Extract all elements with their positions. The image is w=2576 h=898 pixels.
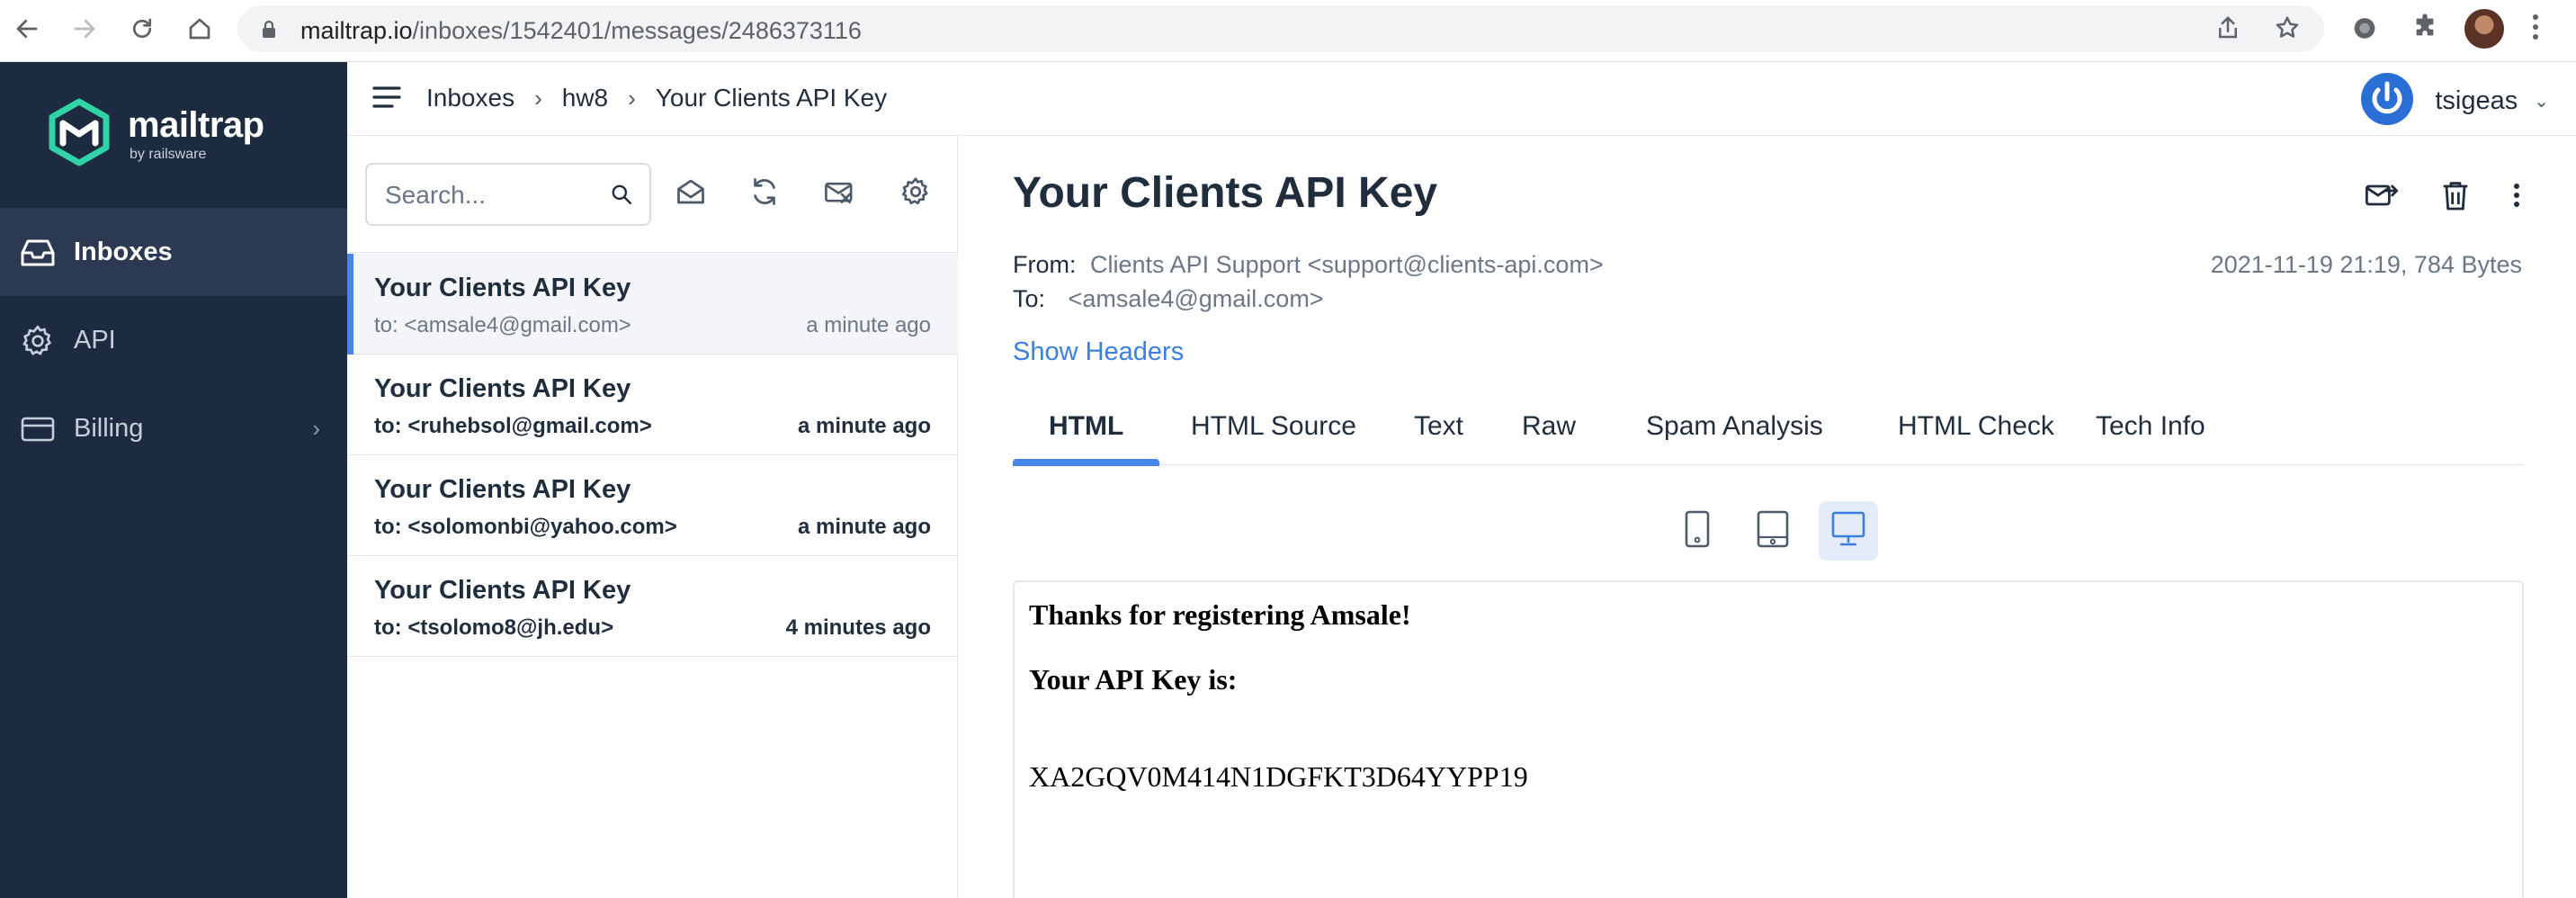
profile-avatar[interactable] bbox=[2464, 9, 2504, 49]
html-preview-frame: Thanks for registering Amsale! Your API … bbox=[1013, 580, 2524, 898]
sidebar-item-label: Billing bbox=[74, 413, 144, 443]
message-subject: Your Clients API Key bbox=[374, 374, 631, 403]
clear-inbox-icon[interactable] bbox=[822, 175, 858, 211]
tablet-view-button[interactable] bbox=[1743, 501, 1802, 561]
message-time: a minute ago bbox=[797, 414, 931, 438]
device-preview-switcher bbox=[1668, 501, 1878, 561]
gear-icon bbox=[20, 325, 56, 355]
reload-icon[interactable] bbox=[126, 13, 158, 45]
address-bar[interactable]: mailtrap.io/inboxes/1542401/messages/248… bbox=[237, 5, 2324, 52]
inbox-icon bbox=[20, 238, 56, 267]
message-list-item[interactable]: Your Clients API Key to: <tsolomo8@jh.ed… bbox=[347, 556, 958, 657]
mobile-view-button[interactable] bbox=[1668, 501, 1727, 561]
forward-icon[interactable] bbox=[68, 13, 101, 45]
kebab-menu-icon[interactable] bbox=[2511, 177, 2522, 218]
tab-html[interactable]: HTML bbox=[1013, 388, 1160, 466]
sidebar: mailtrap by railsware Inboxes API Billin… bbox=[0, 62, 347, 898]
message-time: 4 minutes ago bbox=[785, 615, 931, 640]
breadcrumb-current: Your Clients API Key bbox=[655, 84, 888, 112]
message-list-item[interactable]: Your Clients API Key to: <solomonbi@yaho… bbox=[347, 455, 958, 556]
message-tabs: HTML HTML Source Text Raw Spam Analysis … bbox=[1013, 388, 2524, 466]
message-recipient: to: <tsolomo8@jh.edu> bbox=[374, 615, 614, 640]
search-input[interactable] bbox=[385, 179, 601, 211]
lock-icon bbox=[261, 20, 277, 44]
tab-text[interactable]: Text bbox=[1378, 388, 1499, 465]
message-time: a minute ago bbox=[806, 313, 931, 337]
search-box bbox=[365, 163, 651, 226]
bookmark-star-icon[interactable] bbox=[2274, 14, 2301, 46]
breadcrumb: Inboxes › hw8 › Your Clients API Key bbox=[426, 84, 887, 112]
breadcrumb-separator: › bbox=[628, 84, 636, 112]
tab-spam-analysis[interactable]: Spam Analysis bbox=[1610, 388, 1859, 465]
api-key-value: XA2GQV0M414N1DGFKT3D64YYPP19 bbox=[1029, 760, 1528, 793]
sidebar-item-label: Inboxes bbox=[74, 237, 173, 266]
email-body-greeting: Thanks for registering Amsale! bbox=[1029, 598, 1411, 631]
message-subject: Your Clients API Key bbox=[374, 576, 631, 605]
message-date-size: 2021-11-19 21:19, 784 Bytes bbox=[2210, 251, 2522, 278]
from-line: From: Clients API Support <support@clien… bbox=[1013, 251, 1604, 279]
breadcrumb-separator: › bbox=[534, 84, 542, 112]
search-icon[interactable] bbox=[610, 183, 633, 211]
message-subject: Your Clients API Key bbox=[374, 475, 631, 504]
card-icon bbox=[20, 415, 56, 444]
sidebar-item-label: API bbox=[74, 325, 116, 355]
to-label: To: bbox=[1013, 285, 1046, 312]
message-recipient: to: <solomonbi@yahoo.com> bbox=[374, 515, 677, 539]
sidebar-item-billing[interactable]: Billing › bbox=[0, 384, 347, 472]
extension-icon[interactable] bbox=[2349, 12, 2380, 47]
tab-html-source[interactable]: HTML Source bbox=[1155, 388, 1392, 465]
list-toolbar bbox=[347, 136, 958, 253]
breadcrumb-inboxes[interactable]: Inboxes bbox=[426, 84, 514, 112]
logo-text: mailtrap bbox=[128, 105, 264, 145]
message-list-item[interactable]: Your Clients API Key to: <ruhebsol@gmail… bbox=[347, 355, 958, 455]
back-icon[interactable] bbox=[11, 13, 43, 45]
top-header: Inboxes › hw8 › Your Clients API Key tsi… bbox=[347, 62, 2576, 136]
desktop-icon bbox=[1831, 511, 1865, 552]
puzzle-icon[interactable] bbox=[2411, 13, 2439, 46]
from-value: Clients API Support <support@clients-api… bbox=[1090, 251, 1604, 278]
chevron-down-icon: ⌄ bbox=[2534, 92, 2549, 112]
message-view: Your Clients API Key From: Clients API S… bbox=[959, 136, 2576, 898]
to-value: <amsale4@gmail.com> bbox=[1068, 285, 1324, 312]
user-menu[interactable]: tsigeas ⌄ bbox=[2359, 71, 2549, 131]
logo-subtext: by railsware bbox=[130, 147, 207, 162]
tab-html-check[interactable]: HTML Check bbox=[1862, 388, 2090, 465]
home-icon[interactable] bbox=[183, 13, 216, 45]
sidebar-item-api[interactable]: API bbox=[0, 296, 347, 384]
mailtrap-logo[interactable]: mailtrap by railsware bbox=[47, 98, 281, 170]
to-line: To: <amsale4@gmail.com> bbox=[1013, 285, 1324, 313]
message-actions bbox=[2364, 177, 2522, 218]
settings-gear-icon[interactable] bbox=[899, 175, 935, 211]
mailtrap-logo-icon bbox=[49, 98, 110, 166]
from-label: From: bbox=[1013, 251, 1077, 278]
sidebar-item-inboxes[interactable]: Inboxes bbox=[0, 208, 347, 296]
phone-icon bbox=[1685, 510, 1710, 552]
desktop-view-button[interactable] bbox=[1819, 501, 1878, 561]
power-icon bbox=[2359, 71, 2415, 131]
tab-raw[interactable]: Raw bbox=[1486, 388, 1612, 465]
message-list-item[interactable]: Your Clients API Key to: <amsale4@gmail.… bbox=[347, 254, 958, 355]
message-subject: Your Clients API Key bbox=[374, 274, 631, 302]
email-body-key-heading: Your API Key is: bbox=[1029, 663, 1238, 696]
chevron-right-icon: › bbox=[312, 414, 320, 442]
mark-read-icon[interactable] bbox=[675, 175, 711, 211]
message-title: Your Clients API Key bbox=[1013, 169, 1438, 217]
tablet-icon bbox=[1757, 510, 1789, 552]
share-icon[interactable] bbox=[2214, 14, 2241, 46]
message-time: a minute ago bbox=[797, 515, 931, 539]
browser-toolbar: mailtrap.io/inboxes/1542401/messages/248… bbox=[0, 0, 2576, 62]
show-headers-link[interactable]: Show Headers bbox=[1013, 337, 1184, 367]
url-text: mailtrap.io/inboxes/1542401/messages/248… bbox=[300, 17, 862, 44]
forward-mail-icon[interactable] bbox=[2364, 177, 2400, 218]
more-menu-icon[interactable] bbox=[2531, 13, 2540, 46]
breadcrumb-inbox-hw8[interactable]: hw8 bbox=[562, 84, 608, 112]
message-recipient: to: <ruhebsol@gmail.com> bbox=[374, 414, 652, 438]
tab-tech-info[interactable]: Tech Info bbox=[2060, 388, 2241, 465]
menu-toggle-icon[interactable] bbox=[372, 85, 401, 109]
refresh-icon[interactable] bbox=[748, 175, 784, 211]
message-list-pane: Your Clients API Key to: <amsale4@gmail.… bbox=[347, 136, 958, 898]
trash-icon[interactable] bbox=[2437, 177, 2473, 218]
message-recipient: to: <amsale4@gmail.com> bbox=[374, 313, 631, 337]
username: tsigeas bbox=[2435, 86, 2518, 115]
